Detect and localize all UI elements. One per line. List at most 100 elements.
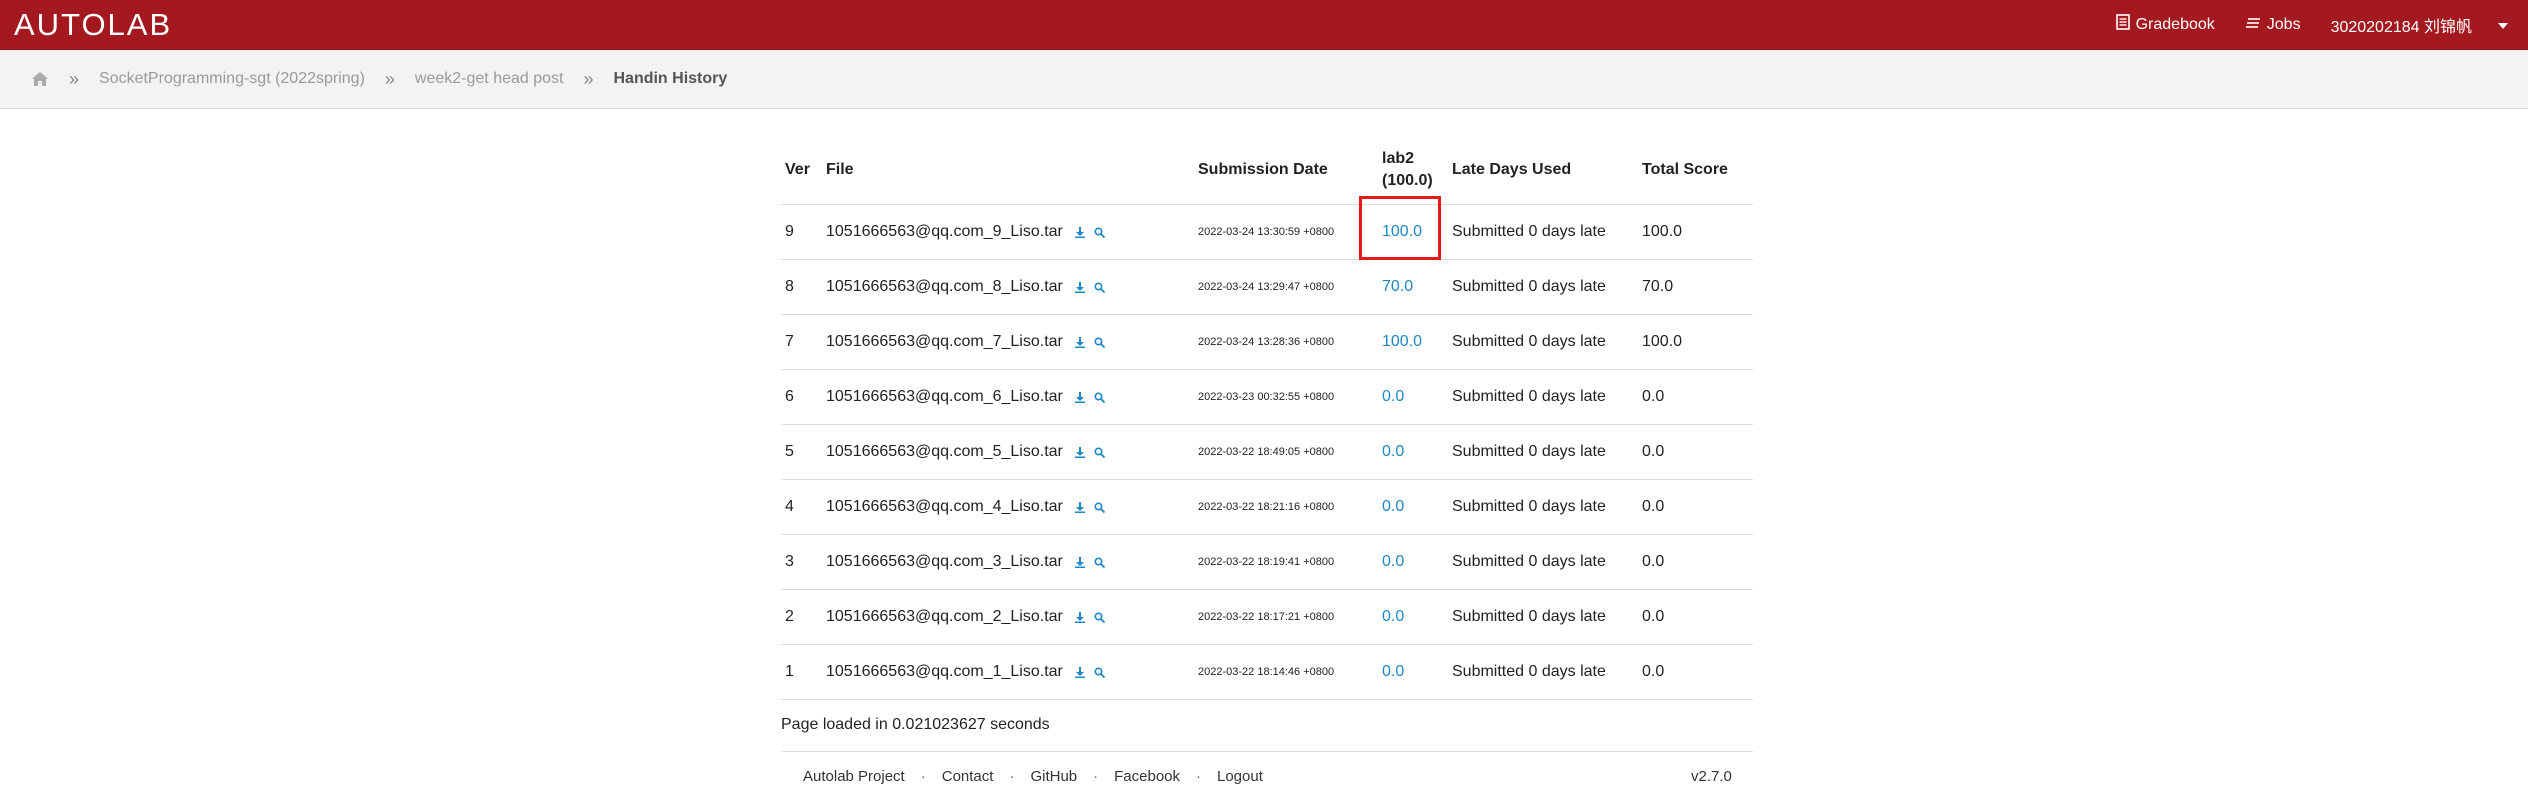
download-icon[interactable] — [1073, 390, 1087, 404]
home-icon[interactable] — [31, 71, 49, 87]
score-link[interactable]: 0.0 — [1382, 443, 1404, 460]
cell-late: Submitted 0 days late — [1452, 608, 1606, 625]
magnifier-icon[interactable] — [1093, 225, 1107, 239]
cell-score: 70.0 — [1378, 260, 1448, 315]
header-date: Submission Date — [1198, 160, 1328, 178]
file-name: 1051666563@qq.com_7_Liso.tar — [826, 333, 1063, 350]
header-file: File — [826, 160, 854, 178]
download-icon[interactable] — [1073, 555, 1087, 569]
cell-total: 100.0 — [1642, 333, 1683, 350]
download-icon[interactable] — [1073, 500, 1087, 514]
footer-github[interactable]: GitHub — [1030, 768, 1077, 785]
table-row: 7 1051666563@qq.com_7_Liso.tar 2022-03-24 … — [781, 315, 1753, 370]
cell-file: 1051666563@qq.com_6_Liso.tar — [822, 370, 1194, 425]
gradebook-link[interactable]: Gradebook — [2115, 14, 2215, 35]
cell-file: 1051666563@qq.com_9_Liso.tar — [822, 205, 1194, 260]
score-link[interactable]: 0.0 — [1382, 608, 1404, 625]
cell-ver: 2 — [785, 608, 794, 625]
page-load-time: Page loaded in 0.021023627 seconds — [781, 716, 1050, 733]
header-lab2-name: lab2 — [1382, 149, 1415, 167]
caret-down-icon — [2498, 16, 2508, 34]
cell-score: 0.0 — [1378, 425, 1448, 480]
breadcrumb-bar: » SocketProgramming-sgt (2022spring) » w… — [0, 50, 2528, 109]
jobs-link[interactable]: Jobs — [2245, 16, 2301, 34]
cell-late: Submitted 0 days late — [1452, 223, 1606, 240]
file-name: 1051666563@qq.com_5_Liso.tar — [826, 443, 1063, 460]
cell-score: 0.0 — [1378, 480, 1448, 535]
download-icon[interactable] — [1073, 445, 1087, 459]
magnifier-icon[interactable] — [1093, 610, 1107, 624]
score-link[interactable]: 100.0 — [1382, 333, 1422, 350]
jobs-label: Jobs — [2266, 15, 2301, 33]
cell-late: Submitted 0 days late — [1452, 333, 1606, 350]
cell-total: 0.0 — [1642, 498, 1665, 515]
footer-autolab-project[interactable]: Autolab Project — [803, 768, 905, 785]
magnifier-icon[interactable] — [1093, 500, 1107, 514]
cell-total: 0.0 — [1642, 608, 1665, 625]
cell-ver: 5 — [785, 443, 794, 460]
cell-late: Submitted 0 days late — [1452, 388, 1606, 405]
file-name: 1051666563@qq.com_2_Liso.tar — [826, 608, 1063, 625]
score-link[interactable]: 70.0 — [1382, 278, 1413, 295]
user-menu[interactable]: 3020202184 刘锦帆 — [2331, 13, 2508, 37]
cell-file: 1051666563@qq.com_3_Liso.tar — [822, 535, 1194, 590]
file-name: 1051666563@qq.com_4_Liso.tar — [826, 498, 1063, 515]
cell-total: 0.0 — [1642, 443, 1665, 460]
cell-file: 1051666563@qq.com_1_Liso.tar — [822, 645, 1194, 700]
table-header-row: Ver File Submission Date lab2 (100.0) La… — [781, 135, 1753, 205]
header-ver: Ver — [785, 160, 810, 178]
cell-ver: 6 — [785, 388, 794, 405]
breadcrumb-assessment[interactable]: week2-get head post — [415, 70, 564, 88]
gradebook-label: Gradebook — [2135, 15, 2215, 33]
score-link[interactable]: 0.0 — [1382, 663, 1404, 680]
cell-date: 2022-03-22 18:17:21 +0800 — [1198, 611, 1335, 623]
table-row: 9 1051666563@qq.com_9_Liso.tar 2022-03-24 … — [781, 205, 1753, 260]
file-name: 1051666563@qq.com_6_Liso.tar — [826, 388, 1063, 405]
cell-ver: 8 — [785, 278, 794, 295]
score-link[interactable]: 0.0 — [1382, 553, 1404, 570]
cell-late: Submitted 0 days late — [1452, 278, 1606, 295]
download-icon[interactable] — [1073, 665, 1087, 679]
cell-file: 1051666563@qq.com_2_Liso.tar — [822, 590, 1194, 645]
autolab-logo[interactable]: AUTOLAB — [14, 8, 172, 42]
cell-late: Submitted 0 days late — [1452, 553, 1606, 570]
file-name: 1051666563@qq.com_3_Liso.tar — [826, 553, 1063, 570]
handin-table: Ver File Submission Date lab2 (100.0) La… — [781, 135, 1753, 700]
header-lab2-max: (100.0) — [1382, 171, 1433, 189]
score-link[interactable]: 0.0 — [1382, 388, 1404, 405]
score-link[interactable]: 0.0 — [1382, 498, 1404, 515]
cell-score: 100.0 — [1378, 205, 1448, 260]
magnifier-icon[interactable] — [1093, 445, 1107, 459]
cell-late: Submitted 0 days late — [1452, 443, 1606, 460]
footer-logout[interactable]: Logout — [1217, 768, 1263, 785]
cell-total: 0.0 — [1642, 553, 1665, 570]
version-label: v2.7.0 — [1691, 768, 1732, 785]
footer-contact[interactable]: Contact — [942, 768, 994, 785]
magnifier-icon[interactable] — [1093, 280, 1107, 294]
download-icon[interactable] — [1073, 610, 1087, 624]
table-row: 3 1051666563@qq.com_3_Liso.tar 2022-03-22 … — [781, 535, 1753, 590]
footer-facebook[interactable]: Facebook — [1114, 768, 1180, 785]
cell-score: 0.0 — [1378, 370, 1448, 425]
cell-file: 1051666563@qq.com_5_Liso.tar — [822, 425, 1194, 480]
magnifier-icon[interactable] — [1093, 390, 1107, 404]
handin-history: Ver File Submission Date lab2 (100.0) La… — [781, 135, 1753, 700]
score-link[interactable]: 100.0 — [1382, 223, 1422, 240]
table-row: 4 1051666563@qq.com_4_Liso.tar 2022-03-22 … — [781, 480, 1753, 535]
cell-late: Submitted 0 days late — [1452, 663, 1606, 680]
magnifier-icon[interactable] — [1093, 665, 1107, 679]
download-icon[interactable] — [1073, 280, 1087, 294]
top-navbar: AUTOLAB Gradebook Jobs 3020202184 刘锦帆 — [0, 0, 2528, 50]
gradebook-icon — [2115, 14, 2130, 35]
navbar-right: Gradebook Jobs 3020202184 刘锦帆 — [2115, 0, 2508, 49]
magnifier-icon[interactable] — [1093, 555, 1107, 569]
magnifier-icon[interactable] — [1093, 335, 1107, 349]
download-icon[interactable] — [1073, 335, 1087, 349]
breadcrumb-course[interactable]: SocketProgramming-sgt (2022spring) — [99, 70, 365, 88]
cell-date: 2022-03-23 00:32:55 +0800 — [1198, 391, 1335, 403]
file-name: 1051666563@qq.com_8_Liso.tar — [826, 278, 1063, 295]
footer-separator: · — [920, 768, 926, 785]
cell-ver: 7 — [785, 333, 794, 350]
download-icon[interactable] — [1073, 225, 1087, 239]
cell-date: 2022-03-22 18:49:05 +0800 — [1198, 446, 1335, 458]
